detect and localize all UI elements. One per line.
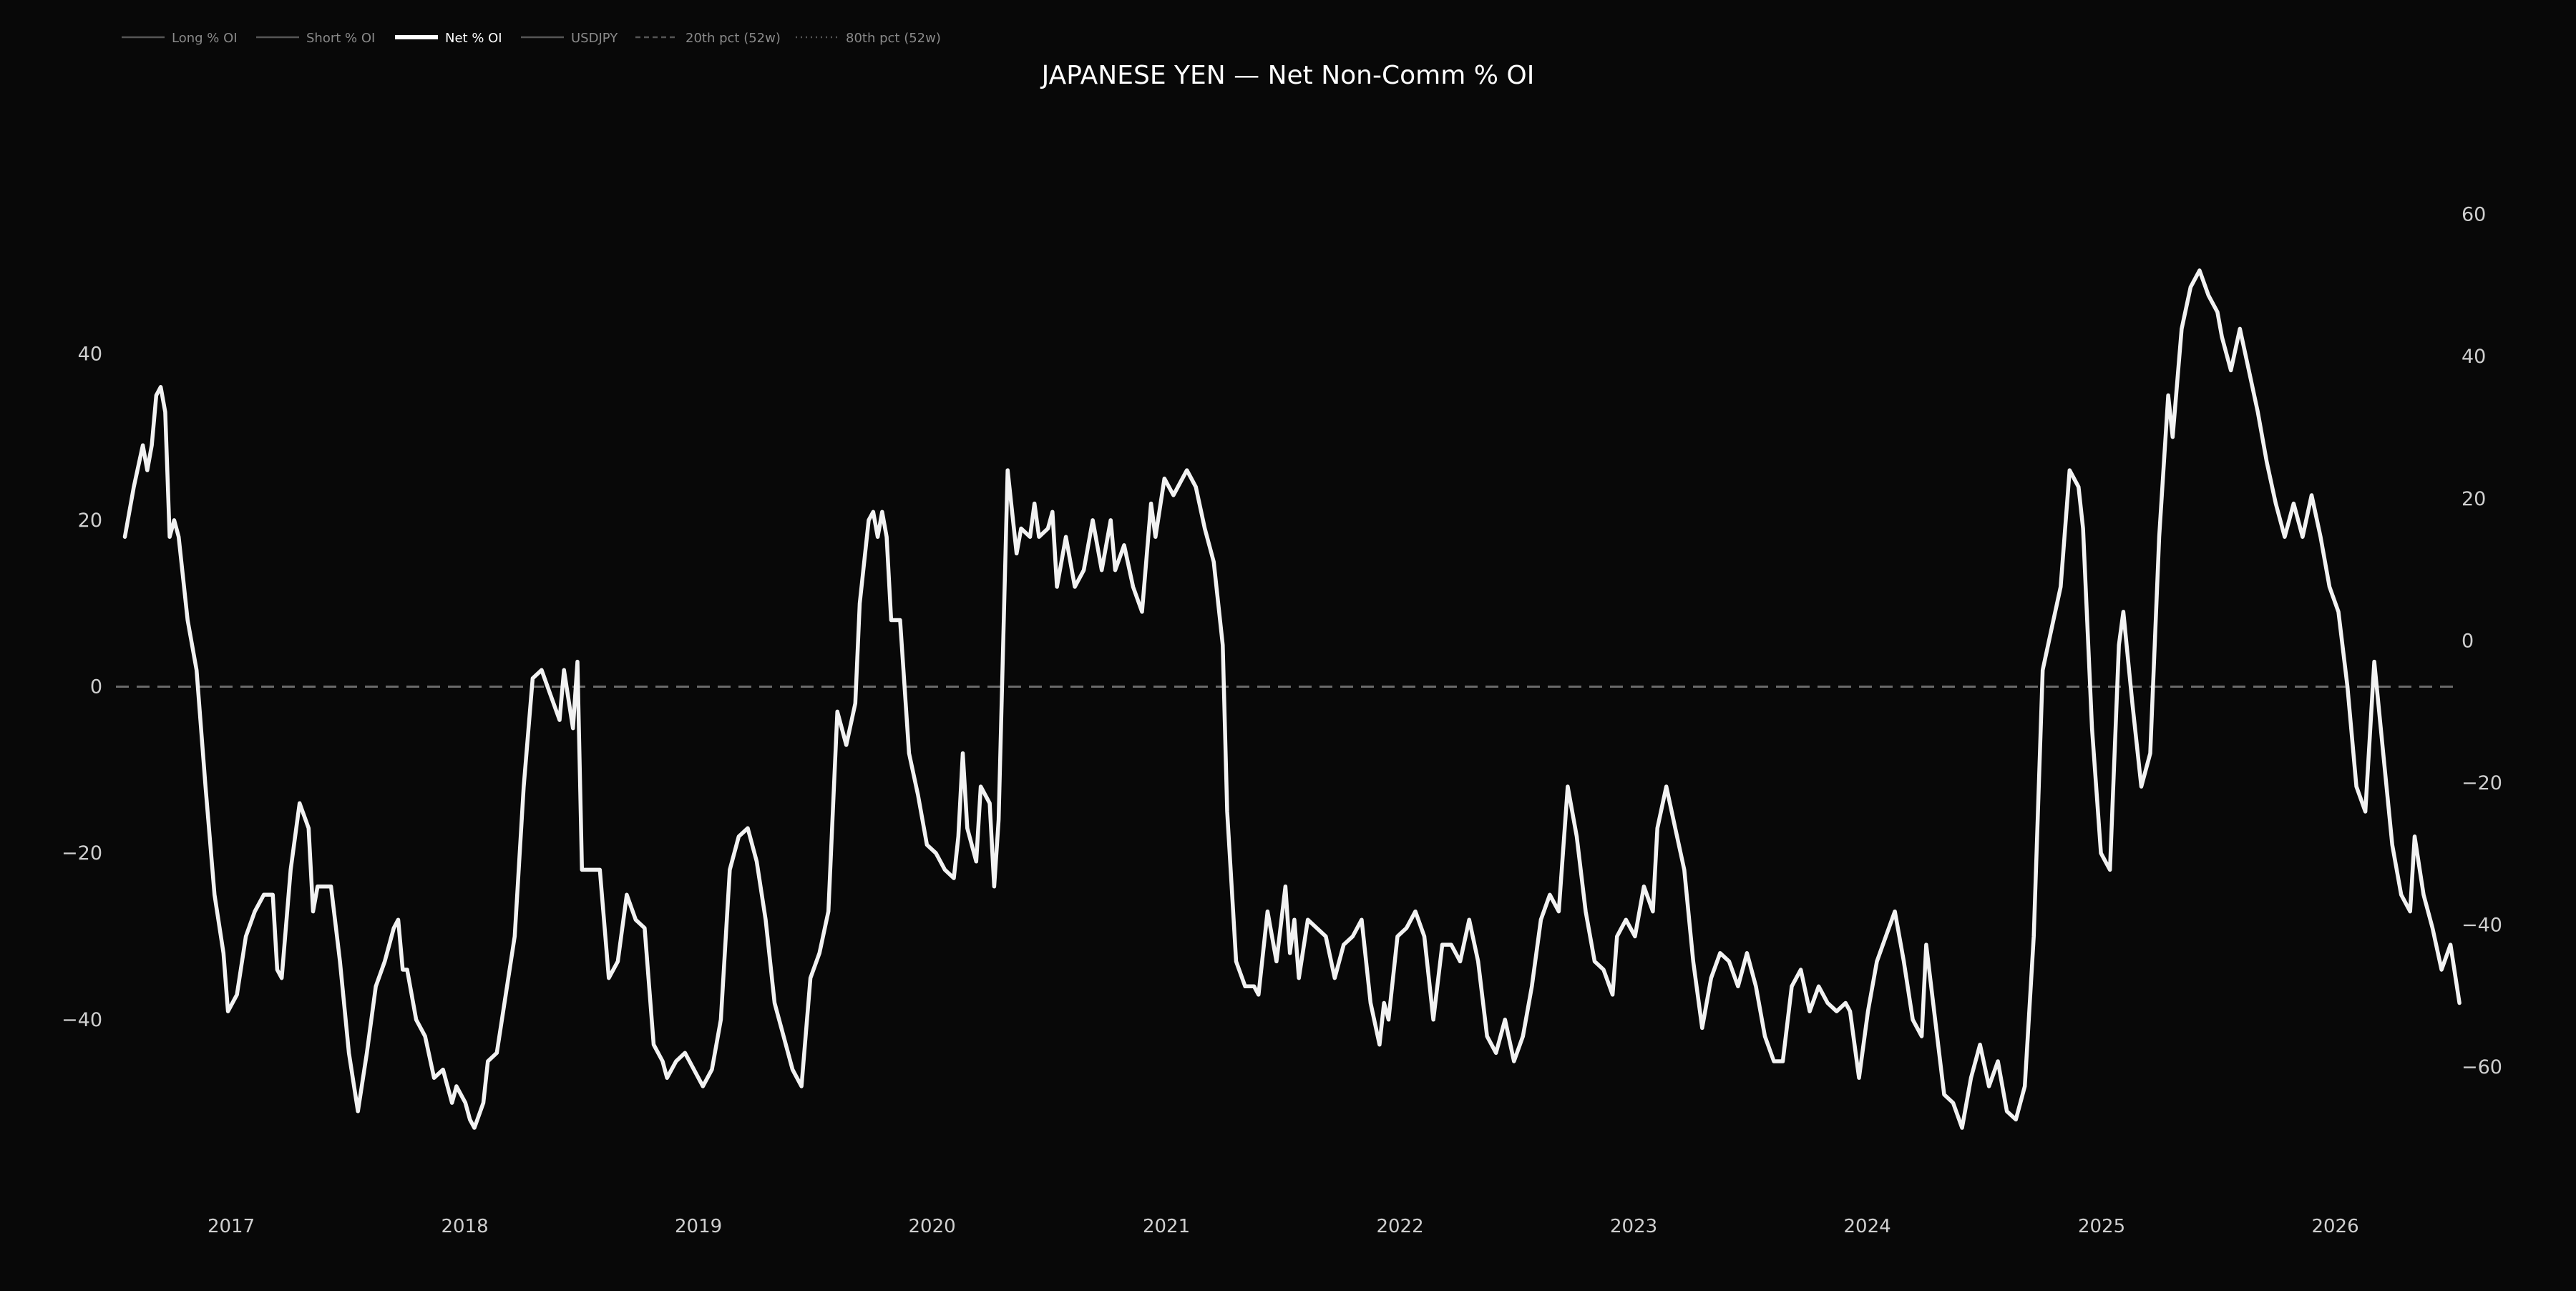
y-right-tick-label: −60 [2462, 1056, 2502, 1078]
chart-background [0, 0, 2576, 1288]
chart-title: JAPANESE YEN — Net Non-Comm % OI [1040, 61, 1535, 90]
legend-label-5: 80th pct (52w) [846, 31, 941, 46]
y-right-tick-label: −40 [2462, 915, 2502, 937]
y-right-tick-label: −20 [2462, 772, 2502, 794]
x-tick-label-2023: 2023 [1610, 1216, 1657, 1237]
y-left-tick-label: 40 [78, 343, 102, 365]
y-right-tick-label: 40 [2462, 346, 2486, 368]
x-tick-label-2019: 2019 [675, 1216, 722, 1237]
y-right-tick-label: 20 [2462, 488, 2486, 510]
x-tick-label-2020: 2020 [909, 1216, 956, 1237]
legend-label-0: Long % OI [172, 31, 238, 46]
x-tick-label-2021: 2021 [1143, 1216, 1190, 1237]
y-right-tick-label: 0 [2462, 630, 2474, 652]
y-left-tick-label: 0 [90, 676, 102, 698]
chart-svg: JAPANESE YEN — Net Non-Comm % OI Long % … [0, 0, 2576, 1288]
x-tick-label-2018: 2018 [441, 1216, 488, 1237]
legend-label-4: 20th pct (52w) [686, 31, 781, 46]
x-tick-label-2024: 2024 [1844, 1216, 1891, 1237]
y-right-tick-label: 60 [2462, 204, 2486, 226]
y-left-tick-label: −20 [62, 842, 102, 864]
chart-root: JAPANESE YEN — Net Non-Comm % OI Long % … [0, 0, 2576, 1288]
legend-label-1: Short % OI [306, 31, 375, 46]
y-left-tick-label: −40 [62, 1009, 102, 1031]
legend-label-2: Net % OI [445, 31, 502, 46]
legend-label-3: USDJPY [571, 31, 618, 46]
x-tick-label-2017: 2017 [208, 1216, 255, 1237]
y-left-tick-label: 20 [78, 510, 102, 532]
x-tick-label-2026: 2026 [2311, 1216, 2358, 1237]
x-tick-label-2022: 2022 [1376, 1216, 1423, 1237]
x-tick-label-2025: 2025 [2078, 1216, 2125, 1237]
